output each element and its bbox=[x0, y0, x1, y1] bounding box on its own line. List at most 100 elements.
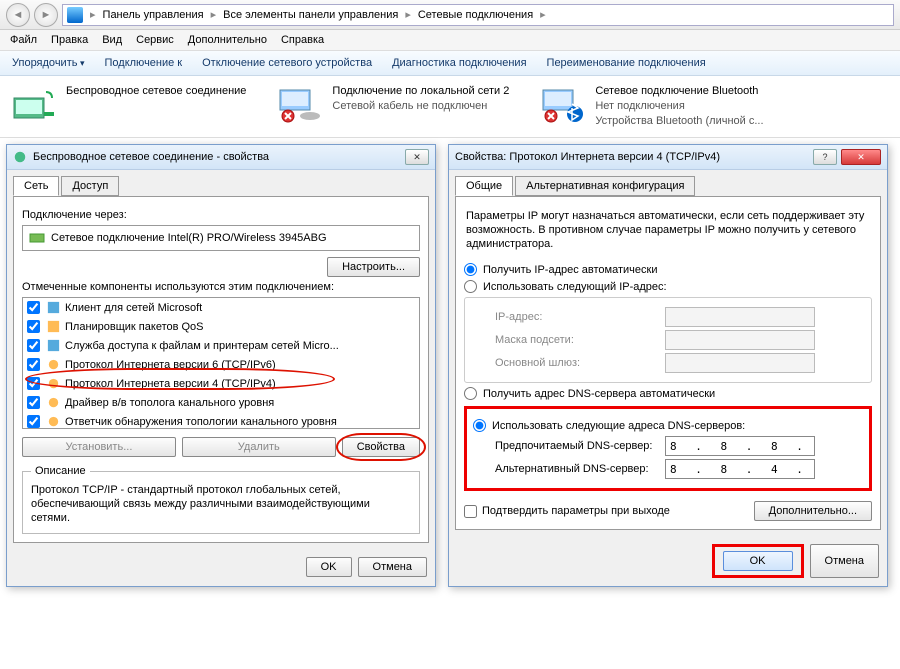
component-checkbox[interactable] bbox=[27, 320, 40, 333]
driver-icon bbox=[46, 414, 61, 429]
radio-ip-manual[interactable]: Использовать следующий IP-адрес: bbox=[464, 280, 872, 293]
connect-via-label: Подключение через: bbox=[22, 209, 420, 221]
tool-disable[interactable]: Отключение сетевого устройства bbox=[202, 57, 372, 69]
tool-rename[interactable]: Переименование подключения bbox=[547, 57, 706, 69]
tabs: Общие Альтернативная конфигурация bbox=[455, 176, 881, 197]
tab-alt-config[interactable]: Альтернативная конфигурация bbox=[515, 176, 695, 196]
menu-bar: Файл Правка Вид Сервис Дополнительно Спр… bbox=[0, 30, 900, 51]
titlebar[interactable]: Свойства: Протокол Интернета версии 4 (T… bbox=[449, 145, 887, 170]
close-button[interactable]: ✕ bbox=[841, 149, 881, 165]
component-checkbox[interactable] bbox=[27, 301, 40, 314]
component-item[interactable]: Планировщик пакетов QoS bbox=[23, 317, 419, 336]
breadcrumb-segment[interactable]: Все элементы панели управления bbox=[223, 9, 398, 21]
breadcrumb-segment[interactable]: Сетевые подключения bbox=[418, 9, 533, 21]
breadcrumb-segment[interactable]: Панель управления bbox=[103, 9, 204, 21]
radio-dns-manual-input[interactable] bbox=[473, 419, 486, 432]
connection-lan[interactable]: Подключение по локальной сети 2 Сетевой … bbox=[276, 84, 509, 129]
ip-group: IP-адрес: Маска подсети: Основной шлюз: bbox=[464, 297, 872, 383]
menu-extra[interactable]: Дополнительно bbox=[188, 34, 267, 46]
address-bar: ◄ ► ▸ Панель управления ▸ Все элементы п… bbox=[0, 0, 900, 30]
service-icon bbox=[46, 319, 61, 334]
client-icon bbox=[46, 300, 61, 315]
dialog-title: Свойства: Протокол Интернета версии 4 (T… bbox=[455, 151, 809, 163]
dns-alternate-label: Альтернативный DNS-сервер: bbox=[495, 463, 665, 475]
remove-button[interactable]: Удалить bbox=[182, 437, 336, 457]
chevron-right-icon: ▸ bbox=[87, 8, 99, 21]
subnet-mask-input bbox=[665, 330, 815, 350]
dns-preferred-input[interactable] bbox=[665, 436, 815, 456]
connections-area: Беспроводное сетевое соединение Подключе… bbox=[0, 76, 900, 138]
description-text: Протокол TCP/IP - стандартный протокол г… bbox=[31, 483, 411, 525]
component-checkbox[interactable] bbox=[27, 358, 40, 371]
network-icon bbox=[13, 150, 27, 164]
driver-icon bbox=[46, 395, 61, 410]
radio-ip-manual-input[interactable] bbox=[464, 280, 477, 293]
tool-connect[interactable]: Подключение к bbox=[105, 57, 183, 69]
highlight-ok-box: OK bbox=[712, 544, 804, 578]
components-list[interactable]: Клиент для сетей Microsoft Планировщик п… bbox=[22, 297, 420, 429]
radio-dns-auto-input[interactable] bbox=[464, 387, 477, 400]
component-item[interactable]: Драйвер в/в тополога канального уровня bbox=[23, 393, 419, 412]
close-button[interactable]: ✕ bbox=[405, 149, 429, 165]
tabs: Сеть Доступ bbox=[13, 176, 429, 197]
component-checkbox[interactable] bbox=[27, 339, 40, 352]
breadcrumb[interactable]: ▸ Панель управления ▸ Все элементы панел… bbox=[62, 4, 894, 26]
dns-preferred-label: Предпочитаемый DNS-сервер: bbox=[495, 440, 665, 452]
menu-edit[interactable]: Правка bbox=[51, 34, 88, 46]
cancel-button[interactable]: Отмена bbox=[810, 544, 879, 578]
ok-button[interactable]: OK bbox=[723, 551, 793, 571]
tab-general[interactable]: Общие bbox=[455, 176, 513, 196]
component-item-ipv4[interactable]: Протокол Интернета версии 4 (TCP/IPv4) bbox=[23, 374, 419, 393]
connection-wifi[interactable]: Беспроводное сетевое соединение bbox=[10, 84, 246, 129]
ok-button[interactable]: OK bbox=[306, 557, 352, 577]
help-button[interactable]: ? bbox=[813, 149, 837, 165]
chevron-right-icon: ▸ bbox=[208, 8, 220, 21]
install-button[interactable]: Установить... bbox=[22, 437, 176, 457]
radio-ip-auto-input[interactable] bbox=[464, 263, 477, 276]
ip-address-label: IP-адрес: bbox=[495, 311, 665, 323]
tab-access[interactable]: Доступ bbox=[61, 176, 119, 196]
component-checkbox[interactable] bbox=[27, 415, 40, 428]
component-checkbox[interactable] bbox=[27, 377, 40, 390]
menu-service[interactable]: Сервис bbox=[136, 34, 174, 46]
info-text: Параметры IP могут назначаться автоматич… bbox=[464, 205, 872, 259]
dialog-ipv4-properties: Свойства: Протокол Интернета версии 4 (T… bbox=[448, 144, 888, 587]
confirm-on-exit[interactable]: Подтвердить параметры при выходе bbox=[464, 505, 670, 518]
radio-dns-auto[interactable]: Получить адрес DNS-сервера автоматически bbox=[464, 387, 872, 400]
menu-view[interactable]: Вид bbox=[102, 34, 122, 46]
configure-button[interactable]: Настроить... bbox=[327, 257, 420, 277]
component-item[interactable]: Служба доступа к файлам и принтерам сете… bbox=[23, 336, 419, 355]
protocol-icon bbox=[46, 357, 61, 372]
radio-ip-auto[interactable]: Получить IP-адрес автоматически bbox=[464, 263, 872, 276]
description-group: Описание Протокол TCP/IP - стандартный п… bbox=[22, 465, 420, 534]
component-item[interactable]: Протокол Интернета версии 6 (TCP/IPv6) bbox=[23, 355, 419, 374]
advanced-button[interactable]: Дополнительно... bbox=[754, 501, 872, 521]
radio-dns-manual[interactable]: Использовать следующие адреса DNS-сервер… bbox=[473, 419, 863, 432]
confirm-on-exit-checkbox[interactable] bbox=[464, 505, 477, 518]
chevron-right-icon: ▸ bbox=[402, 8, 414, 21]
back-button[interactable]: ◄ bbox=[6, 3, 30, 27]
cancel-button[interactable]: Отмена bbox=[358, 557, 427, 577]
titlebar[interactable]: Беспроводное сетевое соединение - свойст… bbox=[7, 145, 435, 170]
tool-organize[interactable]: Упорядочить bbox=[12, 57, 85, 69]
menu-file[interactable]: Файл bbox=[10, 34, 37, 46]
protocol-icon bbox=[46, 376, 61, 391]
dialog-adapter-properties: Беспроводное сетевое соединение - свойст… bbox=[6, 144, 436, 587]
highlight-dns-box: Использовать следующие адреса DNS-сервер… bbox=[464, 406, 872, 491]
connection-bluetooth[interactable]: Сетевое подключение Bluetooth Нет подклю… bbox=[539, 84, 763, 129]
connection-label: Сетевое подключение Bluetooth Нет подклю… bbox=[595, 84, 763, 129]
properties-button[interactable]: Свойства bbox=[342, 437, 420, 457]
connection-label: Беспроводное сетевое соединение bbox=[66, 84, 246, 99]
wifi-icon bbox=[10, 84, 58, 124]
menu-help[interactable]: Справка bbox=[281, 34, 324, 46]
tool-diagnose[interactable]: Диагностика подключения bbox=[392, 57, 526, 69]
component-item[interactable]: Клиент для сетей Microsoft bbox=[23, 298, 419, 317]
forward-button[interactable]: ► bbox=[34, 3, 58, 27]
adapter-field: Сетевое подключение Intel(R) PRO/Wireles… bbox=[22, 225, 420, 251]
bluetooth-icon bbox=[539, 84, 587, 124]
dns-alternate-input[interactable] bbox=[665, 459, 815, 479]
tab-network[interactable]: Сеть bbox=[13, 176, 59, 196]
component-checkbox[interactable] bbox=[27, 396, 40, 409]
component-item[interactable]: Ответчик обнаружения топологии канальног… bbox=[23, 412, 419, 429]
adapter-icon bbox=[29, 230, 45, 246]
